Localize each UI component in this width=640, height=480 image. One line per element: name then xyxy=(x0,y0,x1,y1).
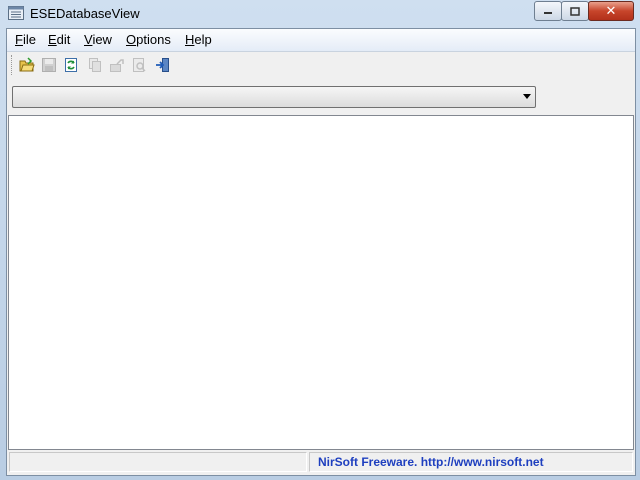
maximize-icon xyxy=(570,6,580,16)
menu-view[interactable]: View xyxy=(84,32,112,47)
maximize-button[interactable] xyxy=(561,1,589,21)
open-button[interactable] xyxy=(17,55,37,75)
save-icon xyxy=(42,58,56,72)
menu-bar: File Edit View Options Help xyxy=(7,29,635,52)
toolbar-grip xyxy=(11,55,14,75)
status-pane-right: NirSoft Freeware. http://www.nirsoft.net xyxy=(309,452,633,472)
menu-help[interactable]: Help xyxy=(185,32,212,47)
toolbar xyxy=(7,52,635,80)
app-icon xyxy=(8,6,24,20)
window-title: ESEDatabaseView xyxy=(30,6,140,21)
menu-file[interactable]: File xyxy=(15,32,36,47)
menu-edit[interactable]: Edit xyxy=(48,32,70,47)
status-pane-left xyxy=(9,452,307,472)
app-window: ESEDatabaseView ✕ File Edit View Options… xyxy=(0,0,640,480)
client-area: File Edit View Options Help NirSoft Free… xyxy=(6,28,636,476)
close-button[interactable]: ✕ xyxy=(588,1,634,21)
copy-button[interactable] xyxy=(85,55,105,75)
status-bar: NirSoft Freeware. http://www.nirsoft.net xyxy=(7,450,635,474)
minimize-button[interactable] xyxy=(534,1,562,21)
table-selector-dropdown[interactable] xyxy=(12,86,536,108)
exit-icon xyxy=(156,58,169,72)
open-folder-icon xyxy=(19,57,35,72)
exit-button[interactable] xyxy=(153,55,173,75)
export-icon xyxy=(110,59,124,72)
chevron-down-icon xyxy=(523,94,531,99)
properties-button[interactable] xyxy=(129,55,149,75)
copy-icon xyxy=(89,58,101,72)
close-icon: ✕ xyxy=(605,3,617,19)
refresh-button[interactable] xyxy=(61,55,81,75)
export-button[interactable] xyxy=(107,55,127,75)
nirsoft-link[interactable]: NirSoft Freeware. http://www.nirsoft.net xyxy=(318,455,544,469)
properties-icon xyxy=(133,58,146,72)
menu-options[interactable]: Options xyxy=(126,32,171,47)
records-list-view[interactable] xyxy=(8,115,634,450)
title-bar[interactable]: ESEDatabaseView ✕ xyxy=(0,0,640,28)
refresh-icon xyxy=(65,58,77,72)
minimize-icon xyxy=(544,12,552,14)
save-button[interactable] xyxy=(39,55,59,75)
